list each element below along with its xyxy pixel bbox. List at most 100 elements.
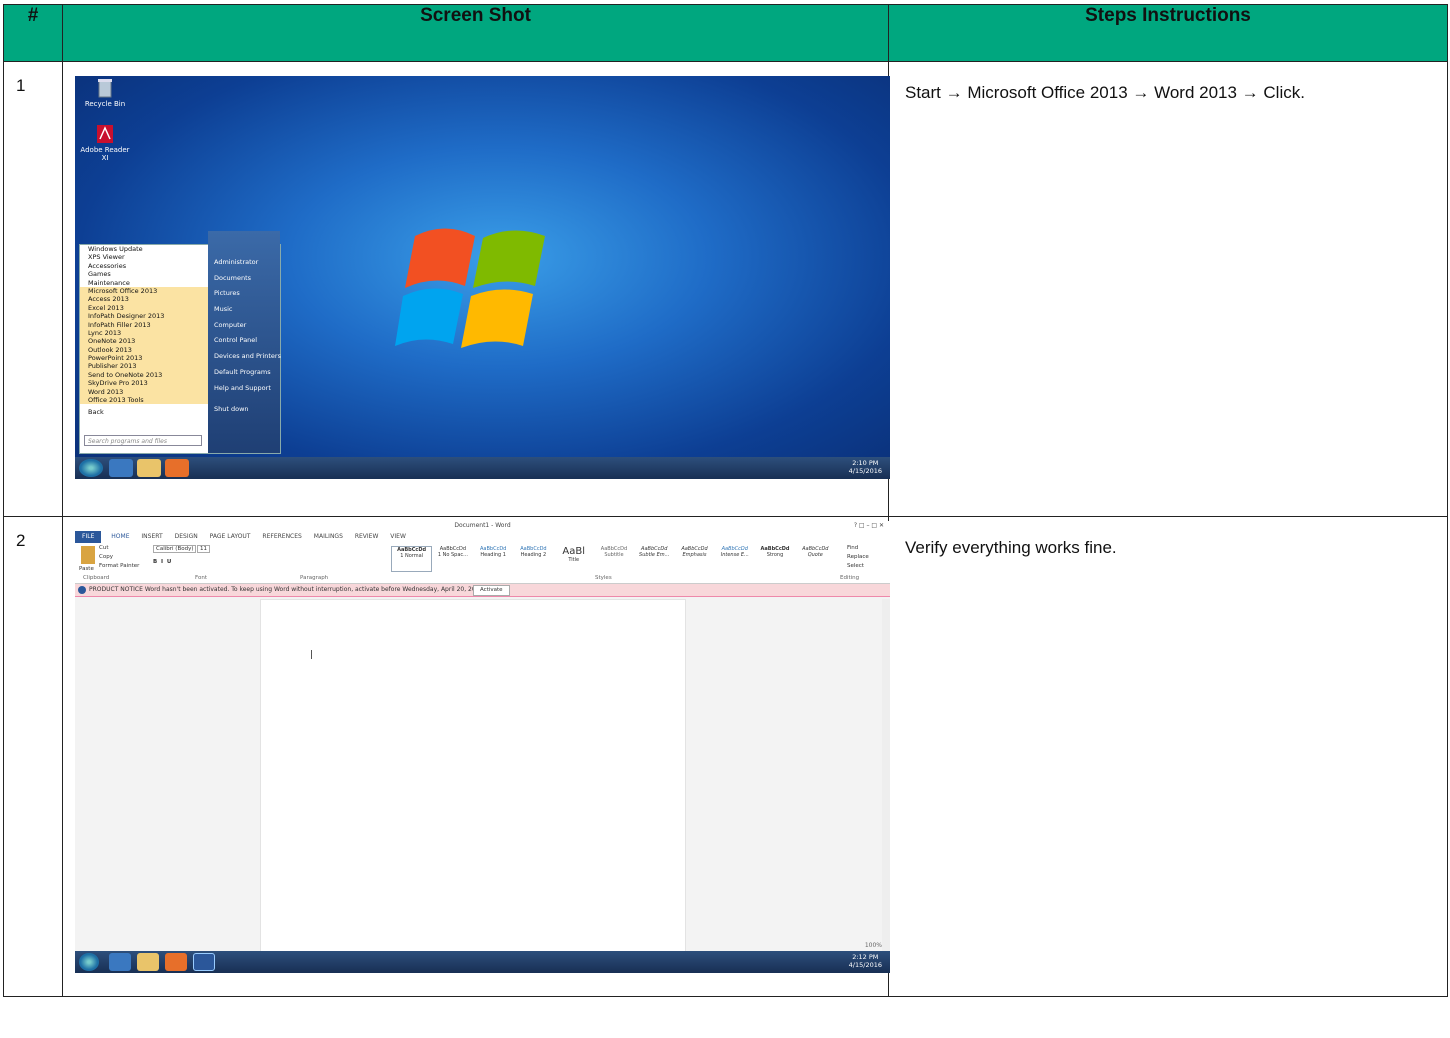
find-button[interactable]: Find xyxy=(847,545,858,551)
start-right-item[interactable]: Default Programs xyxy=(208,365,280,381)
select-button[interactable]: Select xyxy=(847,563,864,569)
clock-date: 4/15/2016 xyxy=(848,467,882,475)
explorer-icon[interactable] xyxy=(137,459,161,477)
paste-icon[interactable] xyxy=(81,546,95,564)
media-player-icon[interactable] xyxy=(165,953,187,971)
start-right-item[interactable]: Music xyxy=(208,302,280,318)
program-item[interactable]: Accessories xyxy=(80,262,208,270)
back-button[interactable]: Back xyxy=(80,408,208,416)
program-item[interactable]: PowerPoint 2013 xyxy=(80,354,208,363)
style-label: Strong xyxy=(766,552,784,558)
style-subtitle[interactable]: AaBbCcDd Subtitle xyxy=(594,546,633,572)
style-subtle-emphasis[interactable]: AaBbCcDd Subtle Em... xyxy=(635,546,674,572)
adobe-reader-label: Adobe Reader XI xyxy=(80,146,130,162)
clock-time: 2:12 PM xyxy=(852,953,879,961)
program-item[interactable]: SkyDrive Pro 2013 xyxy=(80,379,208,388)
style-strong[interactable]: AaBbCcDd Strong xyxy=(755,546,794,572)
style-heading-2[interactable]: AaBbCcDd Heading 2 xyxy=(514,546,553,572)
style-intense-emphasis[interactable]: AaBbCcDd Intense E... xyxy=(715,546,754,572)
styles-gallery: AaBbCcDd 1 Normal AaBbCcDd 1 No Spac... Aa… xyxy=(391,546,835,572)
start-right-item[interactable]: Administrator xyxy=(208,255,280,271)
program-item-word[interactable]: Word 2013 xyxy=(80,387,208,397)
media-player-icon[interactable] xyxy=(165,459,189,477)
program-item[interactable]: InfoPath Designer 2013 xyxy=(80,312,208,321)
tab-view[interactable]: VIEW xyxy=(390,533,406,540)
program-item[interactable]: Lync 2013 xyxy=(80,328,208,338)
font-format-icons[interactable]: B I U xyxy=(153,559,171,565)
style-label: Emphasis xyxy=(682,552,707,558)
word-window-screenshot: Document1 - Word ? □ – □ ✕ FILE HOME INS… xyxy=(75,521,890,973)
font-size-select[interactable]: 11 xyxy=(197,545,210,553)
start-right-item[interactable]: Help and Support xyxy=(208,381,280,397)
header-number: # xyxy=(3,4,63,62)
style-normal[interactable]: AaBbCcDd 1 Normal xyxy=(391,546,433,572)
program-item[interactable]: Excel 2013 xyxy=(80,303,208,313)
explorer-icon[interactable] xyxy=(137,953,159,971)
cut-button[interactable]: Cut xyxy=(99,545,108,551)
replace-button[interactable]: Replace xyxy=(847,554,869,560)
program-item[interactable]: Microsoft Office 2013 xyxy=(80,286,208,296)
row-1-screenshot: Recycle Bin Adobe Reader XI Windows Upda… xyxy=(62,61,890,517)
start-orb-icon[interactable] xyxy=(79,459,103,477)
style-label: Intense E... xyxy=(720,552,749,558)
program-item[interactable]: Office 2013 Tools xyxy=(80,396,208,405)
row-1-number: 1 xyxy=(3,61,63,517)
vertical-scrollbar[interactable] xyxy=(882,599,890,959)
group-label: Font xyxy=(195,575,207,581)
program-item[interactable]: Publisher 2013 xyxy=(80,362,208,371)
tab-home[interactable]: HOME xyxy=(111,533,129,540)
ie-icon[interactable] xyxy=(109,953,131,971)
program-item[interactable]: Send to OneNote 2013 xyxy=(80,370,208,380)
program-item[interactable]: XPS Viewer xyxy=(80,253,208,261)
style-label: 1 No Spac... xyxy=(437,552,468,558)
style-quote[interactable]: AaBbCcDd Quote xyxy=(796,546,835,572)
program-item[interactable]: Access 2013 xyxy=(80,295,208,304)
program-item[interactable]: Outlook 2013 xyxy=(80,345,208,355)
taskbar-clock[interactable]: 2:10 PM 4/15/2016 xyxy=(849,459,882,475)
program-item[interactable]: Maintenance xyxy=(80,279,208,287)
style-emphasis[interactable]: AaBbCcDd Emphasis xyxy=(675,546,714,572)
header-instructions: Steps Instructions xyxy=(888,4,1448,62)
word-taskbar-icon[interactable] xyxy=(193,953,215,971)
info-icon xyxy=(78,586,86,594)
style-no-spacing[interactable]: AaBbCcDd 1 No Spac... xyxy=(433,546,472,572)
style-title[interactable]: AaBl Title xyxy=(554,546,593,572)
style-label: 1 Normal xyxy=(400,553,424,559)
start-menu-right-pane: Administrator Documents Pictures Music C… xyxy=(208,231,281,453)
start-right-item[interactable]: Devices and Printers xyxy=(208,349,281,365)
activate-button[interactable]: Activate xyxy=(473,585,510,596)
copy-button[interactable]: Copy xyxy=(99,554,113,560)
window-controls-icon[interactable]: ? □ – □ ✕ xyxy=(854,521,884,531)
start-right-item[interactable]: Computer xyxy=(208,318,280,334)
format-painter-button[interactable]: Format Painter xyxy=(99,563,139,569)
tab-insert[interactable]: INSERT xyxy=(141,533,162,540)
ie-icon[interactable] xyxy=(109,459,133,477)
program-item[interactable]: InfoPath Filler 2013 xyxy=(80,320,208,329)
zoom-level[interactable]: 100% xyxy=(865,942,882,949)
ribbon-tabs: FILE HOME INSERT DESIGN PAGE LAYOUT REFE… xyxy=(75,531,890,543)
style-heading-1[interactable]: AaBbCcDd Heading 1 xyxy=(474,546,513,572)
start-right-item[interactable]: Documents xyxy=(208,271,280,287)
program-item[interactable]: Windows Update xyxy=(80,245,208,253)
text-cursor xyxy=(311,650,312,659)
start-right-item[interactable]: Pictures xyxy=(208,286,280,302)
start-search-input[interactable]: Search programs and files xyxy=(84,435,202,446)
start-orb-icon[interactable] xyxy=(79,953,99,971)
group-label: Clipboard xyxy=(83,575,110,581)
tab-mailings[interactable]: MAILINGS xyxy=(314,533,343,540)
start-right-item[interactable]: Control Panel xyxy=(208,333,280,349)
tab-design[interactable]: DESIGN xyxy=(175,533,198,540)
recycle-bin-icon: Recycle Bin xyxy=(77,78,133,108)
style-label: Subtitle xyxy=(604,552,624,558)
taskbar-clock[interactable]: 2:12 PM 4/15/2016 xyxy=(849,953,882,969)
font-name-select[interactable]: Calibri (Body) xyxy=(153,545,197,553)
shutdown-button[interactable]: Shut down xyxy=(208,402,280,418)
tab-page-layout[interactable]: PAGE LAYOUT xyxy=(210,533,251,540)
group-label: Editing xyxy=(840,575,860,581)
document-page[interactable] xyxy=(260,599,686,961)
program-item[interactable]: OneNote 2013 xyxy=(80,337,208,346)
tab-references[interactable]: REFERENCES xyxy=(262,533,301,540)
tab-file[interactable]: FILE xyxy=(75,531,102,543)
program-item[interactable]: Games xyxy=(80,270,208,278)
tab-review[interactable]: REVIEW xyxy=(355,533,379,540)
